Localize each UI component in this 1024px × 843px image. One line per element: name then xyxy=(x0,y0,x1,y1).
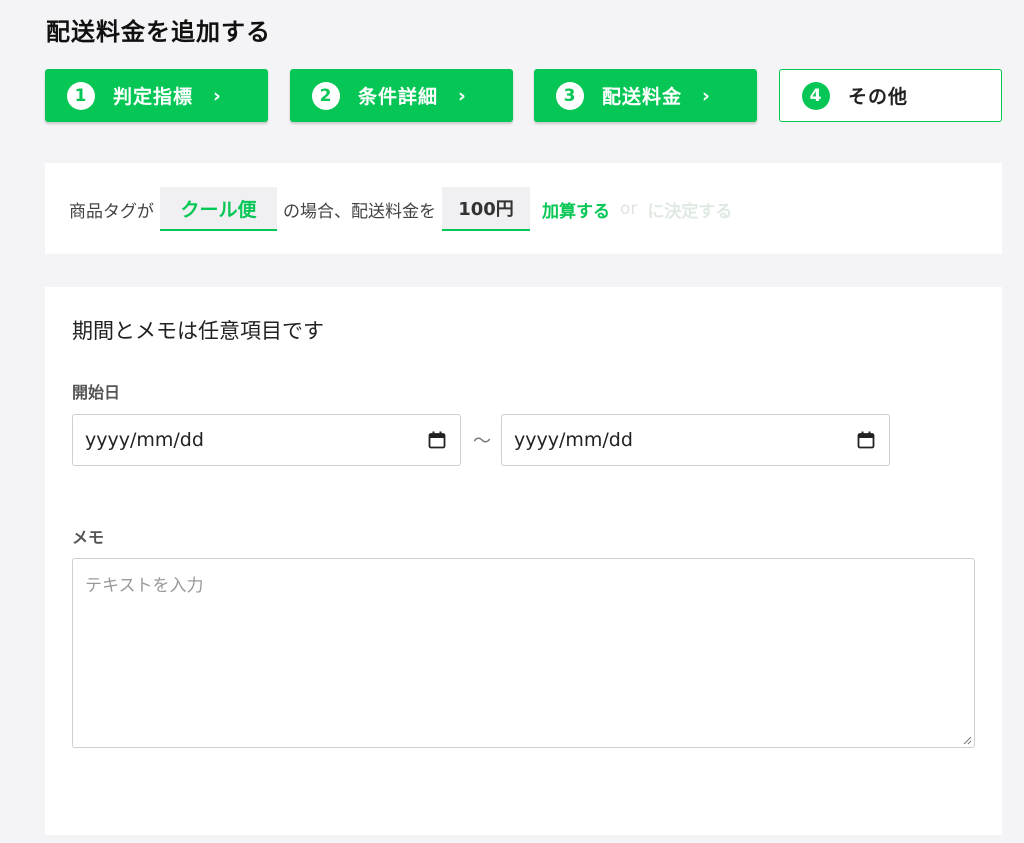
end-date-input[interactable]: yyyy/mm/dd xyxy=(501,414,890,466)
step-label: その他 xyxy=(848,86,909,108)
start-date-input[interactable]: yyyy/mm/dd xyxy=(72,414,461,466)
summary-middle: の場合、配送料金を xyxy=(283,201,436,222)
memo-textarea[interactable]: テキストを入力 xyxy=(72,558,975,748)
optional-fields-panel: 期間とメモは任意項目です 開始日 yyyy/mm/dd 〜 yyyy/mm/dd… xyxy=(45,287,1002,835)
step-label: 配送料金 xyxy=(602,86,683,108)
form-title: 期間とメモは任意項目です xyxy=(72,319,324,343)
step-number: 3 xyxy=(556,81,584,110)
step-label: 判定指標 xyxy=(113,86,194,108)
summary-prefix: 商品タグが xyxy=(69,201,154,222)
step-2-conditions[interactable]: 2 条件詳細 › xyxy=(290,69,513,122)
start-date-placeholder: yyyy/mm/dd xyxy=(85,429,204,451)
or-separator: or xyxy=(620,199,638,219)
step-number: 1 xyxy=(67,81,95,110)
end-date-placeholder: yyyy/mm/dd xyxy=(514,429,633,451)
add-option[interactable]: 加算する xyxy=(542,197,610,222)
page-title: 配送料金を追加する xyxy=(46,18,271,46)
decide-option[interactable]: に決定する xyxy=(647,197,732,222)
step-number: 2 xyxy=(312,81,340,110)
start-date-label: 開始日 xyxy=(72,383,121,402)
step-3-shipping-fee[interactable]: 3 配送料金 › xyxy=(534,69,757,122)
resize-handle-icon[interactable] xyxy=(962,735,972,745)
chevron-right-icon: › xyxy=(213,84,222,107)
chevron-right-icon: › xyxy=(458,84,467,107)
chevron-right-icon: › xyxy=(702,84,711,107)
price-chip: 100円 xyxy=(442,187,530,231)
memo-label: メモ xyxy=(72,528,105,547)
product-tag-chip: クール便 xyxy=(160,187,277,231)
calendar-icon[interactable] xyxy=(857,431,875,449)
step-1-criteria[interactable]: 1 判定指標 › xyxy=(45,69,268,122)
calendar-icon[interactable] xyxy=(428,431,446,449)
rule-summary-sentence: 商品タグが クール便 の場合、配送料金を 100円 加算する or に決定する xyxy=(69,187,732,231)
step-number: 4 xyxy=(802,81,830,110)
step-4-other[interactable]: 4 その他 xyxy=(779,69,1002,122)
step-label: 条件詳細 xyxy=(358,86,439,108)
range-separator: 〜 xyxy=(473,431,491,452)
rule-summary-panel: 商品タグが クール便 の場合、配送料金を 100円 加算する or に決定する xyxy=(45,163,1002,254)
memo-placeholder: テキストを入力 xyxy=(85,576,204,596)
